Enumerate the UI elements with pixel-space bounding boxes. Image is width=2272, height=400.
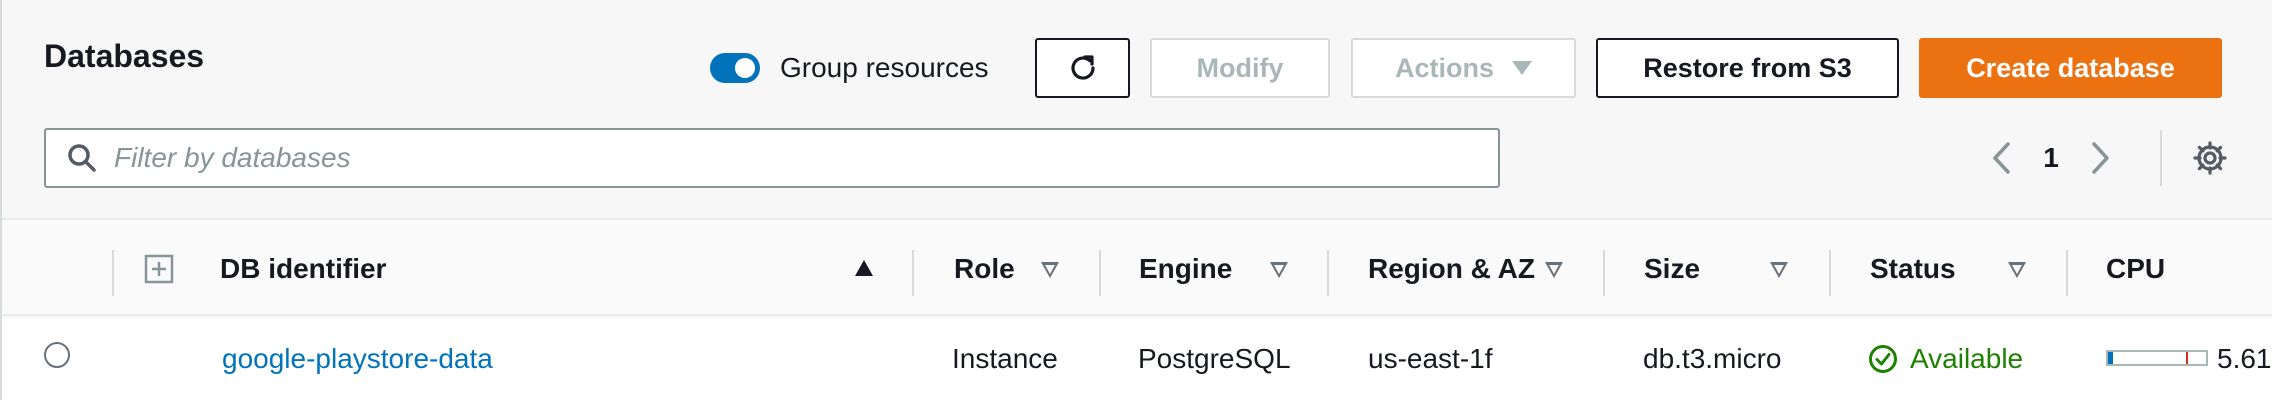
status-cell: Available (1868, 318, 2023, 400)
cpu-utilization-fill (2108, 352, 2113, 364)
databases-panel: Databases Group resources Modify Actions… (0, 0, 2272, 400)
column-header-role[interactable]: Role (954, 220, 1015, 318)
filter-box[interactable] (44, 128, 1500, 188)
cpu-header-label: CPU (2106, 253, 2166, 284)
column-header-cpu[interactable]: CPU (2106, 220, 2165, 318)
actions-button[interactable]: Actions (1351, 38, 1576, 98)
modify-button[interactable]: Modify (1150, 38, 1330, 98)
restore-from-s3-button[interactable]: Restore from S3 (1596, 38, 1899, 98)
column-divider (1099, 250, 1101, 296)
chevron-right-icon (2092, 142, 2109, 174)
column-header-size[interactable]: Size (1644, 220, 1700, 318)
table-header: DB identifier Role Engine Region & AZ Si… (2, 218, 2272, 316)
previous-page-button[interactable] (1982, 138, 2022, 178)
column-divider (1327, 250, 1329, 296)
page-title: Databases (44, 38, 205, 74)
expand-all-button[interactable] (144, 220, 174, 318)
size-cell: db.t3.micro (1643, 343, 1782, 374)
create-button-label: Create database (1966, 52, 2175, 83)
column-header-db-identifier[interactable]: DB identifier (220, 220, 386, 318)
column-divider (2066, 250, 2068, 296)
actions-button-label: Actions (1394, 52, 1494, 83)
modify-button-label: Modify (1196, 52, 1284, 83)
group-resources-label: Group resources (780, 52, 989, 83)
role-cell: Instance (952, 343, 1058, 374)
sort-ascending-icon[interactable] (855, 260, 873, 276)
toggle-knob (735, 58, 755, 78)
cpu-utilization-bar (2106, 350, 2208, 366)
column-header-region-az[interactable]: Region & AZ (1368, 220, 1535, 318)
region-az-header-label: Region & AZ (1368, 253, 1535, 284)
sort-icon[interactable] (1270, 262, 1288, 278)
restore-button-label: Restore from S3 (1643, 52, 1852, 83)
group-resources-toggle[interactable]: Group resources (710, 52, 989, 84)
next-page-button[interactable] (2080, 138, 2120, 178)
status-text: Available (1910, 343, 2024, 374)
sort-icon[interactable] (1041, 262, 1059, 278)
success-check-icon (1869, 345, 1897, 373)
sort-icon[interactable] (2008, 262, 2026, 278)
db-identifier-link[interactable]: google-playstore-data (222, 318, 493, 400)
refresh-button[interactable] (1035, 38, 1130, 98)
column-divider (912, 250, 914, 296)
pager-divider (2160, 130, 2162, 186)
status-header-label: Status (1870, 253, 1956, 284)
caret-down-icon (1512, 61, 1532, 75)
gear-icon (2193, 141, 2227, 175)
column-header-engine[interactable]: Engine (1139, 220, 1232, 318)
cpu-threshold-marker (2186, 352, 2188, 364)
db-identifier-header-label: DB identifier (220, 253, 387, 284)
cpu-value: 5.61% (2217, 343, 2272, 374)
column-divider (112, 250, 114, 296)
filter-input[interactable] (114, 142, 1464, 174)
role-header-label: Role (954, 253, 1015, 284)
engine-header-label: Engine (1139, 253, 1233, 284)
row-select-radio[interactable] (44, 342, 70, 368)
expand-icon (144, 254, 174, 284)
sort-icon[interactable] (1770, 262, 1788, 278)
sort-icon[interactable] (1545, 262, 1563, 278)
column-divider (1603, 250, 1605, 296)
size-header-label: Size (1644, 253, 1701, 284)
chevron-left-icon (1993, 142, 2010, 174)
preferences-button[interactable] (2192, 140, 2228, 181)
create-database-button[interactable]: Create database (1919, 38, 2222, 98)
column-divider (1829, 250, 1831, 296)
column-header-status[interactable]: Status (1870, 220, 1956, 318)
current-page-number[interactable]: 1 (2022, 142, 2080, 174)
region-az-cell: us-east-1f (1368, 343, 1493, 374)
search-icon (68, 144, 96, 172)
pagination: 1 (1982, 138, 2120, 178)
refresh-icon (1070, 55, 1095, 80)
engine-cell: PostgreSQL (1138, 343, 1291, 374)
toggle-switch[interactable] (710, 53, 760, 83)
table-row[interactable]: google-playstore-data Instance PostgreSQ… (2, 318, 2272, 400)
